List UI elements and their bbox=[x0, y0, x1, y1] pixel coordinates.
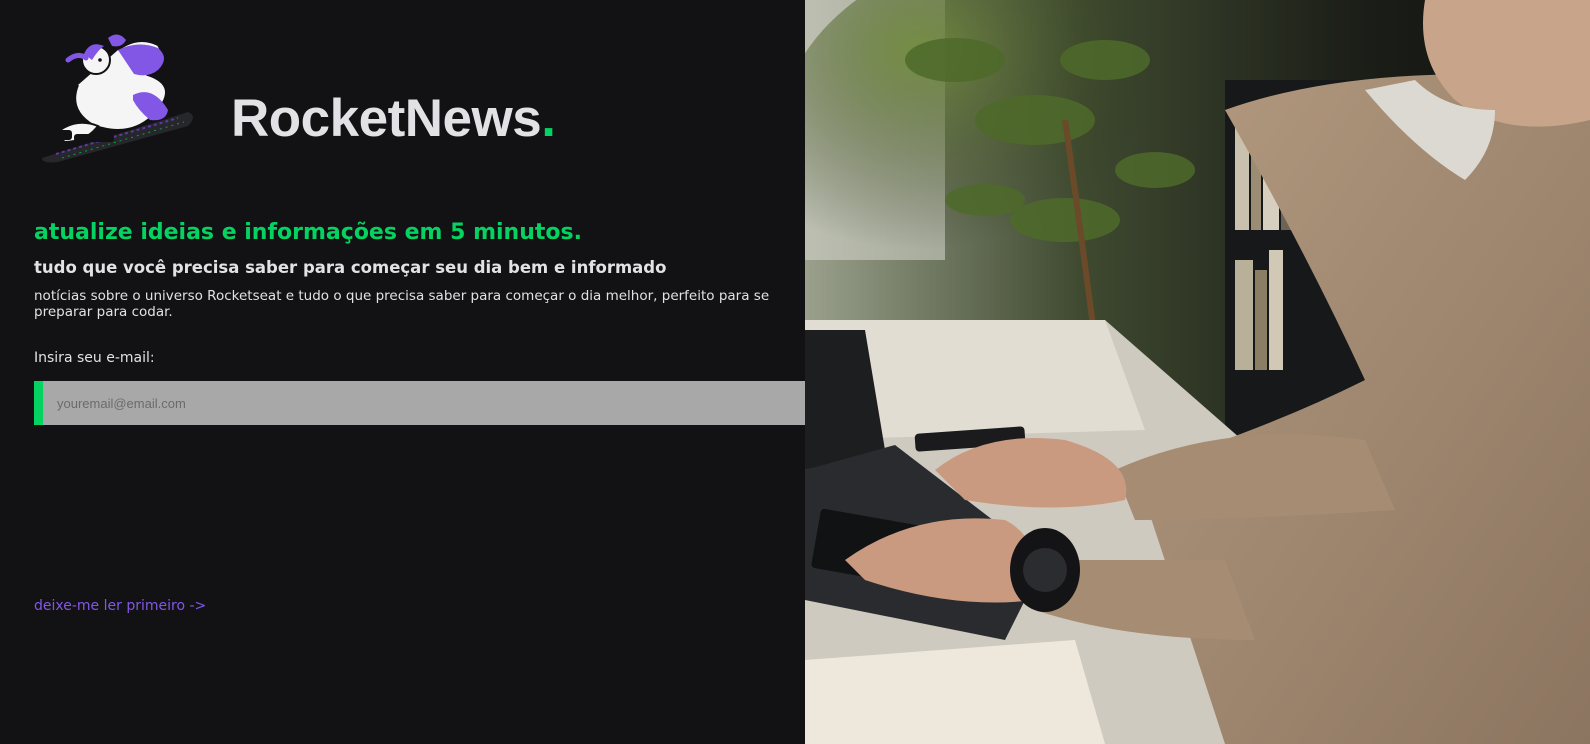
input-accent-bar bbox=[34, 381, 43, 425]
brand-name-text: RocketNews bbox=[231, 89, 542, 148]
email-form bbox=[34, 381, 920, 425]
brand-dot: . bbox=[541, 89, 556, 148]
rocket-astronaut-logo-icon bbox=[42, 34, 193, 163]
email-input[interactable] bbox=[43, 381, 843, 425]
read-first-link[interactable]: deixe-me ler primeiro -> bbox=[34, 598, 206, 614]
photo-illustration bbox=[805, 0, 1590, 744]
man-typing-on-laptop-photo bbox=[805, 0, 1590, 744]
description: notícias sobre o universo Rocketseat e t… bbox=[34, 288, 770, 320]
email-label: Insira seu e-mail: bbox=[34, 350, 155, 366]
landing-page: RocketNews. atualize ideias e informaçõe… bbox=[0, 0, 1590, 744]
brand-title: RocketNews. bbox=[231, 89, 556, 148]
headline: atualize ideias e informações em 5 minut… bbox=[34, 220, 582, 245]
signup-panel: RocketNews. atualize ideias e informaçõe… bbox=[0, 0, 920, 744]
subheadline: tudo que você precisa saber para começar… bbox=[34, 258, 667, 277]
brand-header: RocketNews. bbox=[38, 30, 578, 170]
